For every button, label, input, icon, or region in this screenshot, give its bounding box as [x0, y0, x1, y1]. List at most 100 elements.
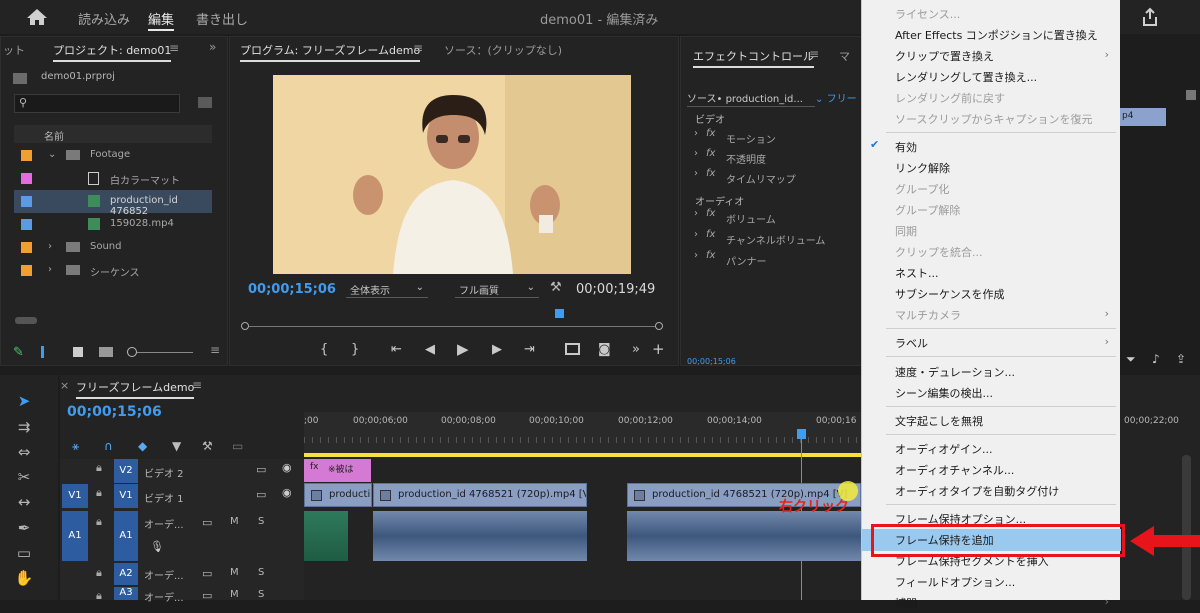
- go-to-in-icon[interactable]: ⇤: [391, 342, 402, 357]
- rectangle-tool-icon[interactable]: ▭: [14, 544, 34, 564]
- fx-icon[interactable]: fx: [706, 148, 715, 159]
- track-target-v2[interactable]: V2: [114, 459, 138, 483]
- sync-lock-icon[interactable]: ▭: [256, 488, 266, 501]
- clip-v1-b[interactable]: production_id 4768521 (720p).mp4 [V]: [373, 483, 587, 507]
- menu-item-multicam[interactable]: マルチカメラ ›: [862, 304, 1121, 325]
- mark-in-icon[interactable]: {: [320, 342, 328, 357]
- pen-tool-icon[interactable]: ✒: [14, 519, 34, 539]
- project-search-input[interactable]: ⚲: [14, 94, 180, 113]
- panel-menu-icon[interactable]: ≡: [192, 378, 202, 392]
- effect-channel-volume[interactable]: › fx チャンネルボリューム: [690, 229, 862, 249]
- new-bin-icon[interactable]: [198, 97, 212, 108]
- menu-item-auto-tag-audio[interactable]: オーディオタイプを自動タグ付け: [862, 480, 1121, 501]
- zoom-slider-track[interactable]: [137, 352, 193, 353]
- step-forward-icon[interactable]: ▶: [492, 342, 502, 357]
- chevron-right-icon[interactable]: ›: [48, 241, 52, 252]
- tab-program[interactable]: プログラム: フリーズフレームdemo: [240, 42, 421, 62]
- fx-icon[interactable]: fx: [706, 229, 715, 240]
- menu-item-nest[interactable]: ネスト...: [862, 262, 1121, 283]
- menu-item-label[interactable]: ラベル ›: [862, 332, 1121, 353]
- chevron-right-icon[interactable]: ›: [694, 250, 698, 261]
- linked-selection-icon[interactable]: ∩: [104, 439, 113, 453]
- microphone-icon[interactable]: 🎙︎: [150, 540, 164, 553]
- selection-tool-icon[interactable]: ➤: [14, 392, 34, 412]
- fx-icon[interactable]: fx: [706, 250, 715, 261]
- home-icon[interactable]: [26, 8, 48, 26]
- lock-icon[interactable]: 🔒︎: [96, 486, 102, 500]
- clip-v2-color-matte[interactable]: fx ※被は: [304, 459, 371, 482]
- zoom-dropdown[interactable]: 全体表示 ⌄: [346, 280, 428, 298]
- close-tab-icon[interactable]: ×: [60, 379, 69, 392]
- fx-icon[interactable]: fx: [706, 128, 715, 139]
- track-select-tool-icon[interactable]: ⇉: [14, 418, 34, 438]
- panel-menu-icon[interactable]: ≡: [210, 343, 220, 357]
- effect-volume[interactable]: › fx ボリューム: [690, 208, 862, 228]
- scrub-start-handle[interactable]: [241, 322, 249, 330]
- ripple-edit-tool-icon[interactable]: ⇔: [14, 443, 34, 463]
- marker-icon[interactable]: ▼: [172, 439, 181, 453]
- tab-source[interactable]: ソース：(クリップなし): [444, 42, 562, 58]
- sync-lock-icon[interactable]: ▭: [202, 567, 212, 580]
- chevron-right-icon[interactable]: ›: [694, 128, 698, 139]
- go-to-out-icon[interactable]: ⇥: [524, 342, 535, 357]
- mute-button[interactable]: M: [230, 516, 239, 527]
- menu-item-ungroup[interactable]: グループ解除: [862, 199, 1121, 220]
- tab-sequence[interactable]: フリーズフレームdemo: [76, 379, 195, 399]
- track-target-a1[interactable]: A1: [114, 511, 138, 561]
- tab-project[interactable]: プロジェクト: demo01: [53, 42, 172, 62]
- program-current-timecode[interactable]: 00;00;15;06: [248, 282, 336, 297]
- icon-view-icon[interactable]: [73, 347, 83, 357]
- menu-item-restore-unrendered[interactable]: レンダリング前に戻す: [862, 87, 1121, 108]
- clip-v1-a[interactable]: producti: [304, 483, 372, 507]
- lock-icon[interactable]: 🔒︎: [96, 461, 102, 475]
- menu-item-enable[interactable]: ✔ 有効: [862, 136, 1121, 157]
- audio-clip-a1-a[interactable]: [304, 511, 348, 561]
- tab-previous[interactable]: ット: [3, 42, 25, 58]
- chevron-down-icon[interactable]: ⌄: [48, 149, 56, 160]
- source-patch-a1[interactable]: A1: [62, 511, 88, 561]
- sync-lock-icon[interactable]: ▭: [256, 463, 266, 476]
- nav-export[interactable]: 書き出し: [196, 9, 248, 28]
- mark-out-icon[interactable]: }: [351, 342, 359, 357]
- menu-item-synchronize[interactable]: 同期: [862, 220, 1121, 241]
- project-row-sequence[interactable]: › シーケンス: [14, 259, 212, 282]
- safe-margins-icon[interactable]: [565, 343, 580, 355]
- play-icon[interactable]: ▶: [457, 340, 469, 358]
- chevron-right-icon[interactable]: ›: [694, 208, 698, 219]
- menu-item-scene-detect[interactable]: シーン編集の検出...: [862, 382, 1121, 403]
- playhead-marker[interactable]: [555, 309, 564, 318]
- eye-icon[interactable]: ◉: [282, 461, 292, 474]
- solo-button[interactable]: S: [258, 567, 264, 578]
- hand-tool-icon[interactable]: ✋: [14, 569, 34, 589]
- panel-menu-icon[interactable]: ≡: [413, 41, 423, 55]
- project-row-sound[interactable]: › Sound: [14, 236, 212, 259]
- expand-panels-icon[interactable]: »: [209, 40, 216, 54]
- sequence-clip-dropdown[interactable]: ⌄ フリー: [815, 90, 857, 105]
- effect-panner[interactable]: › fx パンナー: [690, 250, 862, 270]
- effect-time-remap[interactable]: › fx タイムリマップ: [690, 168, 862, 188]
- timeline-timecode[interactable]: 00;00;15;06: [67, 404, 162, 420]
- add-button-icon[interactable]: +: [652, 340, 665, 358]
- work-area-bar[interactable]: [304, 453, 861, 457]
- menu-item-subsequence[interactable]: サブシーケンスを作成: [862, 283, 1121, 304]
- mute-button[interactable]: M: [230, 567, 239, 578]
- menu-item-merge-clips[interactable]: クリップを統合...: [862, 241, 1121, 262]
- time-ruler[interactable]: ;00 00;00;06;00 00;00;08;00 00;00;10;00 …: [304, 412, 861, 457]
- settings-wrench-icon[interactable]: ⚒: [202, 439, 213, 453]
- project-row-footage[interactable]: ⌄ Footage: [14, 144, 212, 167]
- fx-icon[interactable]: fx: [706, 208, 715, 219]
- source-patch-v1[interactable]: V1: [62, 484, 88, 508]
- solo-button[interactable]: S: [258, 589, 264, 600]
- effect-motion[interactable]: › fx モーション: [690, 128, 862, 148]
- export-frame-icon[interactable]: ⇪: [1176, 352, 1186, 366]
- chevron-right-icon[interactable]: ›: [48, 264, 52, 275]
- eye-icon[interactable]: ◉: [282, 486, 292, 499]
- lock-icon[interactable]: 🔒︎: [96, 589, 102, 603]
- menu-item-unlink[interactable]: リンク解除: [862, 157, 1121, 178]
- sync-lock-icon[interactable]: ▭: [202, 589, 212, 602]
- share-icon[interactable]: [1140, 7, 1160, 27]
- tab-effect-controls[interactable]: エフェクトコントロール: [693, 48, 814, 68]
- program-scrubber[interactable]: [244, 326, 660, 327]
- audio-clip-a1-b[interactable]: [373, 511, 587, 561]
- project-row-color-matte[interactable]: 白カラーマット: [14, 167, 212, 190]
